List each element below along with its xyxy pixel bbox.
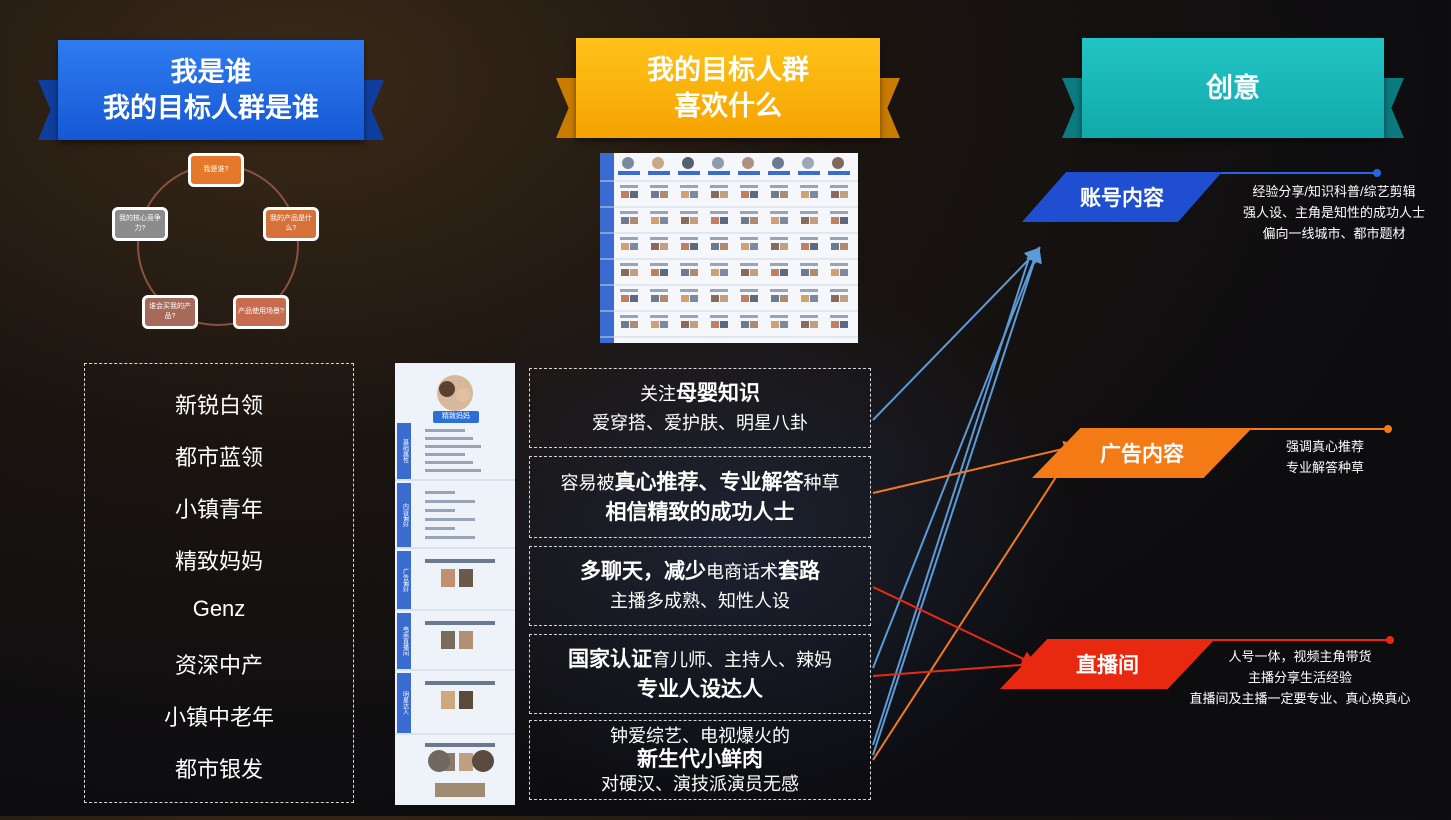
preference-line: 国家认证育儿师、主持人、辣妈: [568, 645, 832, 675]
arrow-pref4-account: [872, 246, 1042, 669]
profile-row-label: 内容偏好: [397, 483, 411, 547]
preference-emphasis: 新生代小鲜肉: [637, 748, 763, 771]
preference-box: 容易被真心推荐、专业解答种草 相信精致的成功人士: [529, 456, 871, 538]
preference-line: 主播多成熟、知性人设: [610, 587, 790, 616]
preference-text: 种草: [803, 472, 840, 493]
preference-text: 主播多成熟、知性人设: [610, 590, 790, 611]
banner-likes-line2: 喜欢什么: [674, 91, 782, 121]
audience-item: 精致妈妈: [174, 549, 263, 574]
arrow-pref3-live: [872, 586, 1038, 667]
preference-emphasis: 专业人设达人: [637, 677, 763, 701]
cycle-node-competence: 我的核心竞争力?: [112, 207, 168, 241]
banner-likes: 我的目标人群 喜欢什么: [556, 38, 900, 146]
preference-line: 关注母婴知识: [640, 379, 760, 409]
cycle-node-product: 我的产品是什么?: [263, 207, 319, 241]
preference-emphasis: 套路: [778, 559, 820, 583]
cycle-node-who: 我是谁?: [188, 153, 244, 187]
preference-text: 电商话术: [706, 561, 778, 582]
output-live-desc: 人号一体，视频主角带货 主播分享生活经验 直播间及主播一定要专业、真心换真心: [1189, 649, 1411, 706]
profile-thumbnail: [395, 363, 515, 805]
output-account-label: 账号内容: [1022, 172, 1222, 222]
arrow-pref4-live: [872, 656, 1038, 677]
preference-box: 钟爱综艺、电视爆火的 新生代小鲜肉对硬汉、演技派演员无感: [529, 720, 871, 800]
output-ad-desc: 强调真心推荐 专业解答种草: [1285, 439, 1364, 475]
cycle-diagram: 我是谁? 我的产品是什么? 产品使用场景? 谁会买我的产品? 我的核心竞争力?: [100, 145, 340, 345]
preference-text: 育儿师、主持人、辣妈: [652, 649, 832, 670]
preference-text: 爱穿搭、爱护肤、明星八卦: [592, 412, 808, 433]
profile-row-label: 广告偏好: [397, 551, 411, 609]
banner-likes-line1: 我的目标人群: [647, 55, 809, 85]
banner-creative: 创意: [1062, 38, 1404, 146]
cycle-node-buyer: 谁会买我的产品?: [142, 295, 198, 329]
arrow-pref5-ad: [872, 442, 1079, 761]
preference-emphasis: 相信精致的成功人士: [605, 500, 795, 524]
preference-emphasis: 多聊天，减少: [580, 559, 706, 583]
preference-line: 对硬汉、演技派演员无感: [601, 772, 799, 796]
preference-line: 容易被真心推荐、专业解答种草: [561, 468, 840, 498]
audience-item: 小镇青年: [174, 497, 263, 522]
arrow-pref1-account: [872, 247, 1041, 421]
preference-emphasis: 国家认证: [568, 647, 652, 671]
preference-line: 爱穿搭、爱护肤、明星八卦: [592, 409, 808, 438]
arrow-pref5b-account: [872, 254, 1031, 746]
preference-box: 关注母婴知识爱穿搭、爱护肤、明星八卦: [529, 368, 871, 448]
audience-item: 都市银发: [174, 757, 263, 782]
preference-emphasis: 母婴知识: [676, 381, 760, 405]
audience-item: 小镇中老年: [163, 705, 274, 730]
preference-emphasis: 真心推荐、专业解答: [614, 470, 804, 494]
audience-table-image: [600, 153, 858, 343]
preference-line: 相信精致的成功人士: [606, 498, 795, 527]
output-account-desc: 经验分享/知识科普/综艺剪辑 强人设、主角是知性的成功人士 偏向一线城市、都市题…: [1242, 184, 1425, 241]
banner-who-line2: 我的目标人群是谁: [103, 93, 319, 123]
preference-line: 钟爱综艺、电视爆火的: [610, 724, 790, 748]
audience-item: Genz: [192, 596, 246, 621]
cycle-node-scenario: 产品使用场景?: [233, 295, 289, 329]
preference-line: 专业人设达人: [637, 675, 763, 704]
preference-box: 国家认证育儿师、主持人、辣妈 专业人设达人: [529, 634, 871, 714]
preference-text: 容易被: [560, 472, 615, 493]
table-thumbnail: [600, 153, 858, 343]
profile-card-name: 精致妈妈: [433, 411, 479, 423]
preference-text: 钟爱综艺、电视爆火的: [610, 726, 790, 746]
preference-text: 对硬汉、演技派演员无感: [601, 774, 799, 794]
preference-box: 多聊天，减少电商话术套路主播多成熟、知性人设: [529, 546, 871, 626]
banner-creative-line1: 创意: [1206, 73, 1260, 103]
preference-text: 关注: [640, 383, 676, 404]
audience-item: 都市蓝领: [174, 445, 263, 470]
output-ad-label: 广告内容: [1032, 428, 1252, 478]
preference-line: 多聊天，减少电商话术套路: [580, 557, 820, 587]
preference-line: 新生代小鲜肉: [637, 748, 763, 772]
profile-row-label: 明星达人: [397, 673, 411, 733]
banner-who-line1: 我是谁: [170, 57, 252, 87]
profile-card-image: 精致妈妈 基础属性内容偏好广告偏好电商直播间明星达人: [395, 363, 515, 805]
banner-who: 我是谁 我的目标人群是谁: [38, 40, 384, 148]
profile-row-label: 电商直播间: [397, 613, 411, 669]
profile-row-label: 基础属性: [397, 423, 411, 479]
audience-item: 新锐白领: [174, 393, 263, 418]
audience-list: 新锐白领 都市蓝领 小镇青年 精致妈妈 Genz 资深中产 小镇中老年 都市银发: [84, 363, 354, 803]
audience-item: 资深中产: [174, 653, 263, 678]
